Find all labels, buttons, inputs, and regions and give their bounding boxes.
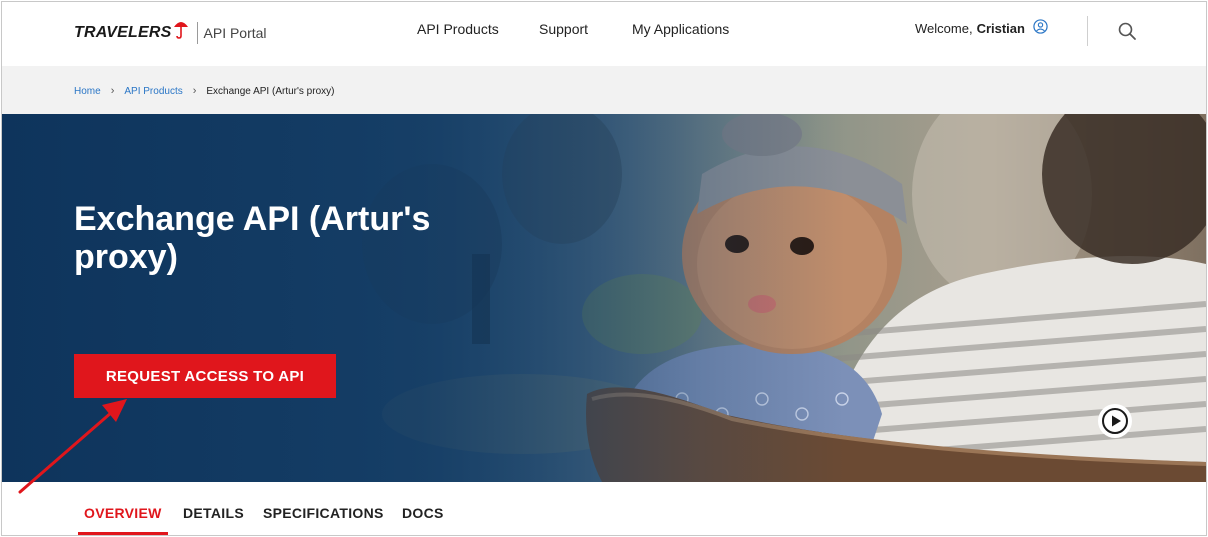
chevron-right-icon: › [110, 85, 115, 97]
request-access-button[interactable]: REQUEST ACCESS TO API [74, 354, 336, 398]
tab-docs[interactable]: DOCS [402, 505, 444, 521]
travelers-logo[interactable]: TRAVELERS API Portal [74, 22, 267, 44]
logo-wordmark: TRAVELERS [74, 24, 172, 41]
nav-api-products[interactable]: API Products [417, 21, 499, 37]
active-tab-indicator [78, 532, 168, 535]
umbrella-icon [173, 22, 188, 39]
tab-specifications[interactable]: SPECIFICATIONS [263, 505, 384, 521]
play-circle-icon[interactable] [1096, 402, 1134, 440]
breadcrumb-api-products[interactable]: API Products [124, 86, 182, 97]
page-frame: TRAVELERS API Portal API Products Suppor… [1, 1, 1207, 536]
welcome-prefix: Welcome, [915, 21, 973, 36]
breadcrumb-home[interactable]: Home [74, 86, 101, 97]
portal-label: API Portal [203, 25, 267, 41]
tab-details[interactable]: DETAILS [183, 505, 244, 521]
chevron-right-icon: › [192, 85, 197, 97]
top-header: TRAVELERS API Portal API Products Suppor… [2, 2, 1206, 66]
breadcrumb: Home › API Products › Exchange API (Artu… [74, 85, 334, 97]
welcome-user[interactable]: Welcome, Cristian [915, 19, 1048, 36]
hero-overlay [2, 114, 1206, 482]
header-divider [1087, 16, 1088, 46]
breadcrumb-current: Exchange API (Artur's proxy) [206, 85, 335, 97]
tab-overview[interactable]: OVERVIEW [84, 505, 162, 521]
breadcrumb-bar: Home › API Products › Exchange API (Artu… [2, 66, 1206, 114]
user-circle-icon [1033, 19, 1048, 34]
search-icon[interactable] [1116, 20, 1138, 42]
page-title: Exchange API (Artur's proxy) [74, 200, 431, 276]
hero-banner: Exchange API (Artur's proxy) REQUEST ACC… [2, 114, 1206, 482]
nav-support[interactable]: Support [539, 21, 588, 37]
nav-my-applications[interactable]: My Applications [632, 21, 729, 37]
logo-divider [196, 22, 198, 44]
user-name: Cristian [976, 21, 1025, 36]
